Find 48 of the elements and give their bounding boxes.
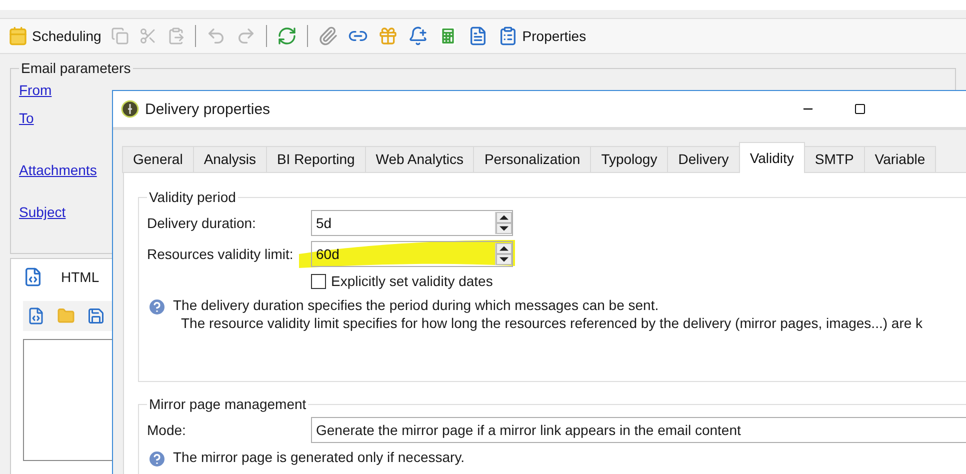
group-title: Validity period — [148, 189, 237, 205]
duration-spinner[interactable]: 60d — [311, 240, 513, 266]
field-link[interactable]: Subject — [19, 204, 66, 220]
field-label: Resources validity limit: — [147, 246, 294, 262]
checkbox[interactable] — [311, 274, 326, 288]
tab[interactable]: Web Analytics — [364, 146, 474, 173]
new-icon[interactable] — [27, 307, 45, 325]
info-text: The resource validity limit specifies for how long the resources referenced by the delivery (mirror pages, images...) are k — [180, 315, 923, 331]
info-text: The delivery duration specifies the period during which messages can be sent. — [173, 297, 660, 313]
group-title: Email parameters — [20, 60, 132, 76]
calculator-icon[interactable] — [438, 26, 458, 46]
tab[interactable]: SMTP — [804, 146, 865, 173]
info-text: The mirror page is generated only if necessary. — [173, 449, 465, 465]
save-icon[interactable] — [87, 307, 105, 325]
clipboard-icon — [498, 26, 518, 46]
gift-icon[interactable] — [378, 26, 398, 46]
bell-icon[interactable] — [408, 26, 428, 46]
properties-button[interactable]: Properties — [498, 26, 586, 46]
document-icon — [23, 267, 43, 287]
folder-icon[interactable] — [57, 307, 75, 325]
calendar-icon — [8, 26, 28, 46]
app-logo-icon — [121, 100, 139, 118]
tab[interactable]: BI Reporting — [266, 146, 366, 173]
tab[interactable]: Analysis — [192, 146, 267, 173]
tab[interactable]: Typology — [590, 146, 668, 173]
document-icon[interactable] — [468, 26, 488, 46]
refresh-icon[interactable] — [277, 26, 298, 46]
dialog-title: Delivery properties — [145, 100, 272, 118]
field-link[interactable]: Attachments — [19, 162, 97, 178]
field-link[interactable]: From — [19, 82, 52, 98]
tab[interactable]: Delivery — [667, 146, 740, 173]
mode-dropdown[interactable]: Generate the mirror page if a mirror link appears in the email content — [311, 416, 966, 442]
tab[interactable]: Variable — [864, 146, 936, 173]
field-label: Delivery duration: — [147, 214, 257, 230]
help-icon — [147, 449, 167, 469]
maximize-icon — [854, 103, 866, 115]
tab[interactable]: Personalization — [473, 146, 592, 173]
panel-title: HTML — [61, 269, 100, 285]
scheduling-button[interactable]: Scheduling — [8, 26, 102, 46]
paperclip-icon[interactable] — [318, 26, 338, 46]
group-title: Mirror page management — [148, 396, 308, 412]
duration-spinner[interactable]: 5d — [311, 210, 513, 236]
field-link[interactable]: To — [19, 110, 34, 126]
tab[interactable]: Validity — [738, 142, 805, 173]
help-icon — [147, 297, 167, 317]
field-label: Mode: — [147, 422, 187, 438]
checkbox-label: Explicitly set validity dates — [331, 273, 493, 289]
tab[interactable]: General — [122, 146, 194, 173]
